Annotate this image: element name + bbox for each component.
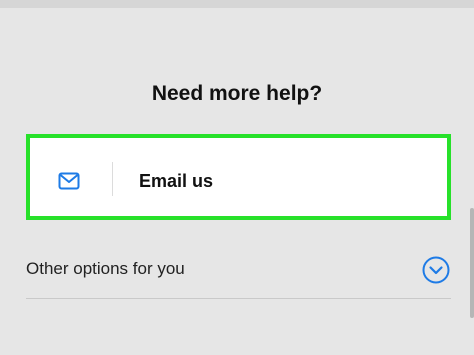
top-separator: [0, 0, 474, 8]
email-divider: [112, 162, 113, 196]
page-title: Need more help?: [151, 82, 323, 105]
email-us-label: Email us: [139, 171, 214, 191]
other-options-row[interactable]: Other options for you: [26, 250, 451, 290]
chevron-down-circle-icon[interactable]: [422, 256, 450, 284]
other-options-label: Other options for you: [26, 259, 185, 278]
scrollbar[interactable]: [470, 208, 474, 318]
envelope-icon: [58, 172, 80, 190]
email-us-button[interactable]: Email us: [26, 134, 451, 220]
options-divider: [26, 298, 451, 299]
